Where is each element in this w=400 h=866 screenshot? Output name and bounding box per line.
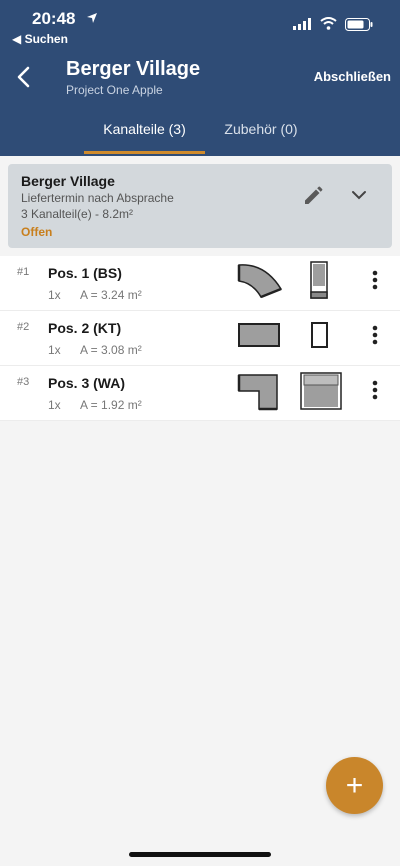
bend-icon bbox=[237, 264, 283, 299]
elbow-icon bbox=[237, 374, 278, 411]
status-badge: Offen bbox=[21, 225, 53, 239]
item-quantity: 1x bbox=[48, 343, 61, 357]
item-number: #3 bbox=[17, 376, 30, 388]
more-options-icon[interactable] bbox=[366, 379, 384, 401]
finish-button[interactable]: Abschließen bbox=[314, 69, 391, 84]
item-area: A = 3.24 m² bbox=[80, 288, 142, 302]
tab-kanalteile[interactable]: Kanalteile (3) bbox=[84, 121, 205, 137]
item-quantity: 1x bbox=[48, 398, 61, 412]
chevron-down-icon[interactable] bbox=[350, 188, 368, 202]
list-item[interactable]: #2 Pos. 2 (KT) 1x A = 3.08 m² bbox=[0, 311, 400, 366]
item-number: #2 bbox=[17, 321, 30, 333]
project-card-title: Berger Village bbox=[21, 173, 115, 189]
add-part-button[interactable]: + bbox=[326, 757, 383, 814]
page-title: Berger Village bbox=[66, 58, 201, 80]
status-time: 20:48 bbox=[32, 9, 76, 28]
item-quantity: 1x bbox=[48, 288, 61, 302]
back-to-app-link[interactable]: ◀ Suchen bbox=[12, 32, 68, 46]
location-arrow-icon bbox=[87, 13, 97, 23]
duct-parts-list: #1 Pos. 1 (BS) 1x A = 3.24 m² #2 Pos. 2 … bbox=[0, 256, 400, 421]
list-item[interactable]: #3 Pos. 3 (WA) 1x A = 1.92 m² bbox=[0, 366, 400, 421]
delivery-info: Liefertermin nach Absprache bbox=[21, 191, 174, 205]
plus-icon: + bbox=[345, 768, 364, 802]
pencil-icon[interactable] bbox=[302, 185, 324, 207]
item-area: A = 1.92 m² bbox=[80, 398, 142, 412]
item-area: A = 3.08 m² bbox=[80, 343, 142, 357]
list-item[interactable]: #1 Pos. 1 (BS) 1x A = 3.24 m² bbox=[0, 256, 400, 311]
more-options-icon[interactable] bbox=[366, 269, 384, 291]
active-tab-indicator bbox=[84, 151, 205, 154]
signal-icon bbox=[293, 18, 311, 30]
project-summary-card[interactable]: Berger Village Liefertermin nach Absprac… bbox=[8, 164, 392, 248]
item-name: Pos. 3 (WA) bbox=[48, 375, 126, 391]
tab-zubehoer[interactable]: Zubehör (0) bbox=[216, 121, 306, 137]
item-name: Pos. 1 (BS) bbox=[48, 265, 122, 281]
back-arrow-icon[interactable] bbox=[12, 64, 38, 90]
bend-side-icon bbox=[310, 261, 328, 299]
app-header: 20:48 ◀ Suchen Berger Village Project On… bbox=[0, 0, 400, 156]
rect-profile-icon bbox=[311, 322, 328, 348]
wifi-icon bbox=[320, 17, 337, 30]
item-number: #1 bbox=[17, 266, 30, 278]
page-subtitle: Project One Apple bbox=[66, 83, 163, 97]
more-options-icon[interactable] bbox=[366, 324, 384, 346]
battery-icon bbox=[345, 18, 373, 31]
parts-summary: 3 Kanalteil(e) - 8.2m² bbox=[21, 207, 134, 221]
elbow-profile-icon bbox=[300, 372, 342, 410]
home-indicator bbox=[129, 852, 271, 857]
item-name: Pos. 2 (KT) bbox=[48, 320, 122, 336]
straight-duct-icon bbox=[238, 323, 280, 347]
